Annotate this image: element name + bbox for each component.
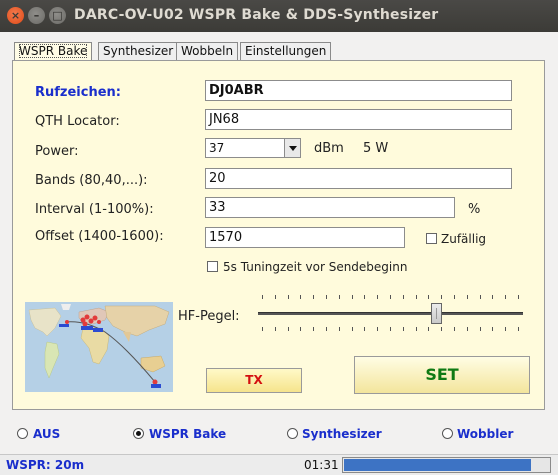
slider-tick bbox=[326, 295, 327, 299]
offset-input[interactable]: 1570 bbox=[205, 227, 405, 248]
slider-tick bbox=[262, 327, 263, 331]
minimize-icon: – bbox=[33, 9, 40, 22]
window-titlebar: × – □ DARC-OV-U02 WSPR Bake & DDS-Synthe… bbox=[0, 0, 558, 32]
slider-tick bbox=[518, 327, 519, 331]
offset-label: Offset (1400-1600): bbox=[35, 229, 164, 244]
slider-tick bbox=[262, 295, 263, 299]
slider-tick bbox=[300, 295, 302, 299]
tab-einstellungen[interactable]: Einstellungen bbox=[240, 42, 332, 60]
slider-tick bbox=[518, 295, 519, 299]
progress-fill bbox=[344, 459, 531, 471]
slider-tick bbox=[377, 295, 379, 299]
status-mode-text: WSPR: 20m bbox=[6, 458, 85, 472]
hf-level-slider-thumb[interactable] bbox=[431, 303, 443, 324]
slider-tick bbox=[313, 295, 315, 299]
mode-radio-wspr-bake[interactable] bbox=[133, 428, 144, 439]
slider-tick bbox=[492, 295, 494, 299]
minimize-window-button[interactable]: – bbox=[28, 7, 45, 24]
power-unit: dBm bbox=[314, 141, 344, 156]
tab-label: Einstellungen bbox=[245, 44, 327, 58]
status-time: 01:31 bbox=[304, 458, 339, 472]
slider-tick bbox=[338, 295, 340, 299]
transmit-progress-bar bbox=[342, 457, 551, 473]
tab-label: Wobbeln bbox=[181, 44, 234, 58]
hf-level-label: HF-Pegel: bbox=[178, 309, 240, 324]
close-window-button[interactable]: × bbox=[7, 7, 24, 24]
slider-tick bbox=[287, 295, 289, 299]
locator-label: QTH Locator: bbox=[35, 114, 120, 129]
slider-tick bbox=[287, 327, 289, 331]
tab-synthesizer[interactable]: Synthesizer bbox=[98, 42, 179, 60]
slider-tick bbox=[441, 295, 443, 299]
slider-tick bbox=[415, 327, 417, 331]
tab-wobbeln[interactable]: Wobbeln bbox=[176, 42, 239, 60]
mode-radio-aus[interactable] bbox=[17, 428, 28, 439]
set-button[interactable]: SET bbox=[354, 356, 530, 394]
slider-tick bbox=[338, 327, 340, 331]
slider-tick bbox=[351, 295, 353, 299]
tuning-checkbox[interactable] bbox=[207, 261, 218, 272]
window-title: DARC-OV-U02 WSPR Bake & DDS-Synthesizer bbox=[74, 7, 439, 23]
tx-button[interactable]: TX bbox=[206, 368, 302, 393]
slider-tick bbox=[492, 327, 494, 331]
power-select[interactable]: 37 bbox=[205, 138, 301, 158]
slider-tick bbox=[300, 327, 302, 331]
slider-tick bbox=[274, 327, 276, 331]
mode-radio-wobbler[interactable] bbox=[442, 428, 453, 439]
tab-label: WSPR Bake bbox=[19, 44, 88, 58]
slider-tick bbox=[402, 295, 404, 299]
slider-tick bbox=[505, 327, 507, 331]
power-watts: 5 W bbox=[363, 141, 389, 156]
slider-tick bbox=[364, 295, 366, 299]
hf-level-slider-track[interactable] bbox=[258, 312, 523, 315]
slider-tick bbox=[454, 295, 455, 299]
slider-tick bbox=[351, 327, 353, 331]
slider-tick bbox=[326, 327, 327, 331]
tab-label: Synthesizer bbox=[103, 44, 174, 58]
power-select-value: 37 bbox=[209, 141, 225, 155]
mode-label-synthesizer: Synthesizer bbox=[302, 427, 382, 441]
random-label: Zufällig bbox=[441, 232, 487, 246]
slider-tick bbox=[274, 295, 276, 299]
slider-tick bbox=[466, 327, 468, 331]
slider-tick bbox=[505, 295, 507, 299]
slider-tick bbox=[377, 327, 379, 331]
world-map bbox=[25, 302, 173, 392]
mode-label-aus: AUS bbox=[33, 427, 61, 441]
bands-label: Bands (80,40,...): bbox=[35, 173, 148, 188]
maximize-window-button[interactable]: □ bbox=[49, 7, 66, 24]
mode-label-wobbler: Wobbler bbox=[457, 427, 514, 441]
bands-input[interactable]: 20 bbox=[205, 168, 512, 189]
slider-tick bbox=[313, 327, 315, 331]
slider-tick bbox=[479, 327, 481, 331]
slider-tick bbox=[479, 295, 481, 299]
slider-tick bbox=[428, 295, 430, 299]
slider-tick bbox=[428, 327, 430, 331]
slider-tick bbox=[415, 295, 417, 299]
maximize-icon: □ bbox=[52, 9, 63, 22]
mode-label-wspr-bake: WSPR Bake bbox=[149, 427, 227, 441]
slider-tick bbox=[364, 327, 366, 331]
interval-unit: % bbox=[468, 202, 481, 217]
tab-wspr-bake[interactable]: WSPR Bake bbox=[14, 42, 93, 61]
locator-input[interactable]: JN68 bbox=[205, 109, 512, 130]
interval-label: Interval (1-100%): bbox=[35, 202, 154, 217]
power-label: Power: bbox=[35, 144, 79, 159]
slider-tick bbox=[454, 327, 455, 331]
tuning-label: 5s Tuningzeit vor Sendebeginn bbox=[223, 260, 408, 274]
callsign-label: Rufzeichen: bbox=[35, 85, 121, 100]
callsign-input[interactable]: DJ0ABR bbox=[205, 80, 512, 101]
slider-tick bbox=[390, 295, 391, 299]
chevron-down-icon[interactable] bbox=[284, 139, 300, 157]
random-checkbox[interactable] bbox=[426, 233, 437, 244]
status-bar: WSPR: 20m 01:31 bbox=[0, 454, 558, 475]
mode-radio-synthesizer[interactable] bbox=[287, 428, 298, 439]
slider-tick bbox=[390, 327, 391, 331]
interval-input[interactable]: 33 bbox=[205, 197, 455, 218]
close-icon: × bbox=[10, 9, 21, 22]
slider-tick bbox=[402, 327, 404, 331]
slider-tick bbox=[441, 327, 443, 331]
world-map-image bbox=[25, 302, 173, 392]
slider-tick bbox=[466, 295, 468, 299]
